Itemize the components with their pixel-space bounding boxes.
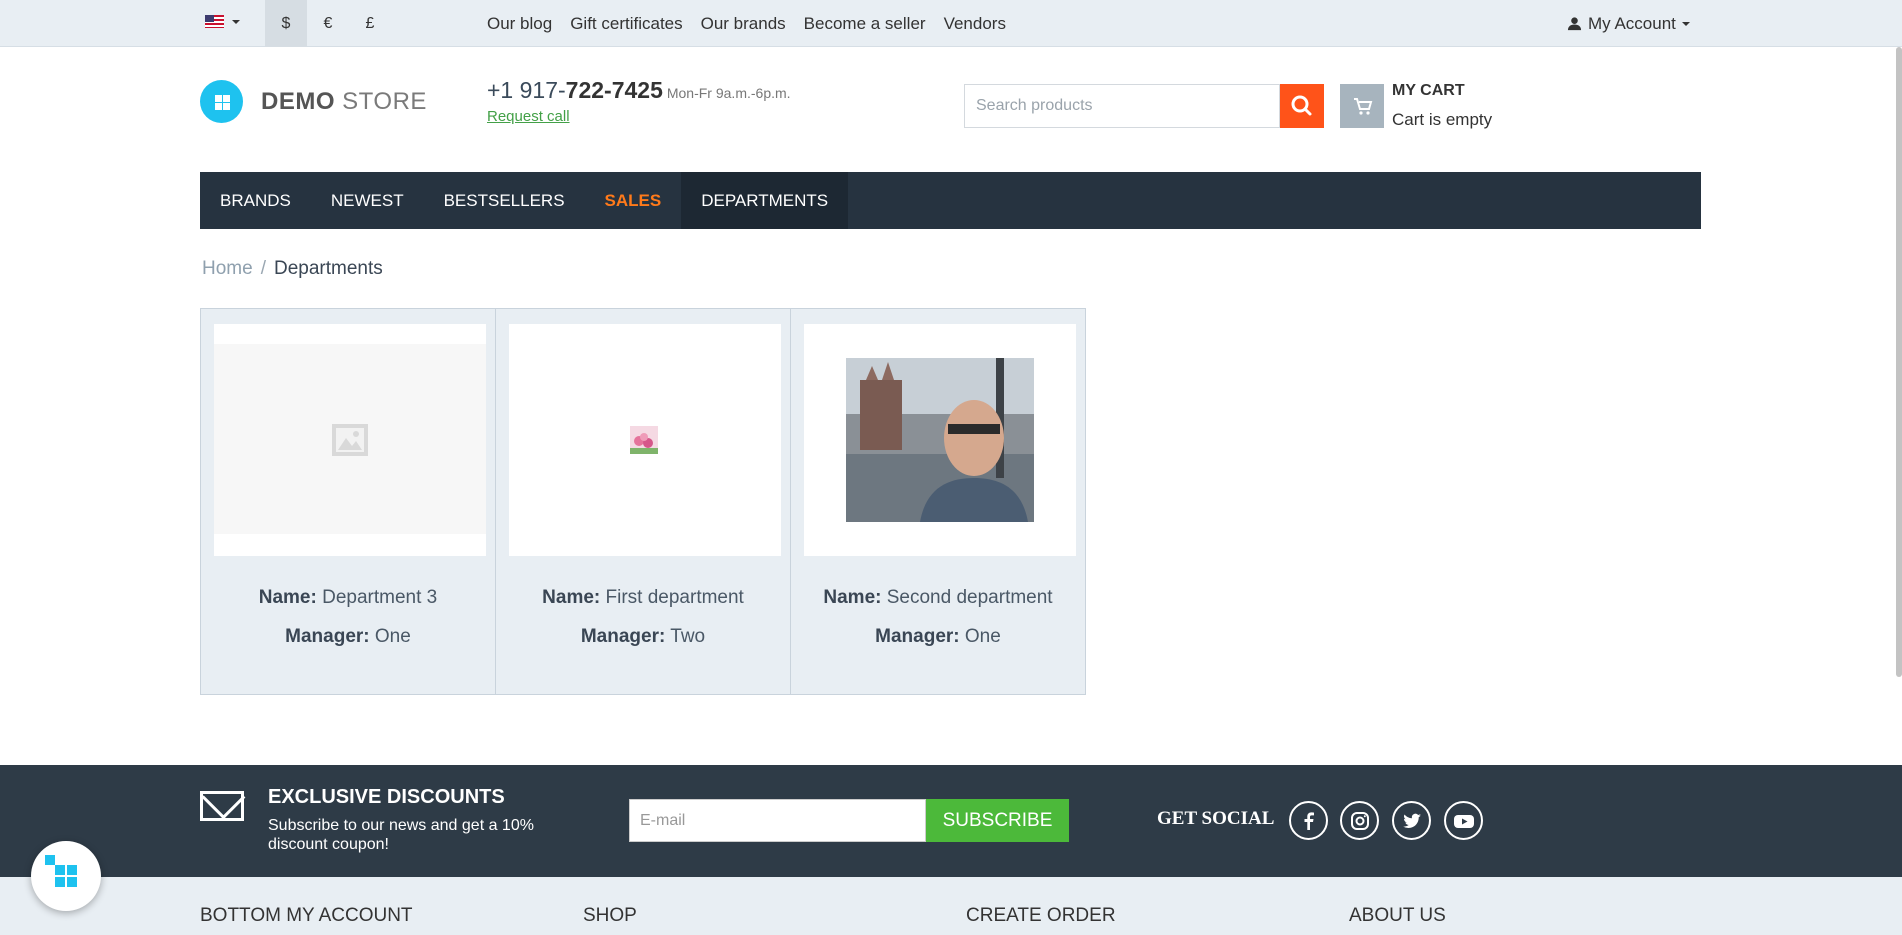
manager-photo [846,358,1034,522]
newsletter-text: Subscribe to our news and get a 10% disc… [268,817,534,853]
user-icon [1567,17,1582,31]
footer-col-shop: SHOP [583,905,637,926]
nav-bestsellers[interactable]: BESTSELLERS [424,172,585,229]
department-image[interactable] [214,324,486,556]
envelope-icon [200,791,244,821]
department-card[interactable]: Name: Department 3 Manager: One [200,308,496,695]
image-placeholder-icon [332,424,368,456]
cart-button[interactable] [1340,84,1384,128]
us-flag-icon[interactable] [205,15,224,28]
flowers-thumbnail [630,426,658,454]
cart-icon [1354,98,1373,115]
main-nav: BRANDS NEWEST BESTSELLERS SALES DEPARTME… [200,172,1701,229]
twitter-icon[interactable] [1392,801,1431,840]
top-bar: $ € £ Our blog Gift certificates Our bra… [0,0,1902,47]
logo-icon[interactable] [200,80,243,123]
facebook-icon[interactable] [1289,801,1328,840]
instagram-icon[interactable] [1340,801,1379,840]
nav-sales[interactable]: SALES [585,172,682,229]
department-card[interactable]: Name: Second department Manager: One [790,308,1086,695]
get-social-label: GET SOCIAL [1157,808,1275,829]
link-vendors[interactable]: Vendors [944,14,1006,34]
department-card[interactable]: Name: First department Manager: Two [495,308,791,695]
my-account-label: My Account [1588,13,1676,33]
logo-text[interactable]: DEMO STORE [261,88,427,116]
department-image[interactable] [509,324,781,556]
chevron-down-icon [1681,21,1690,26]
chevron-down-icon[interactable] [232,20,240,24]
request-call-link[interactable]: Request call [487,108,570,125]
nav-departments[interactable]: DEPARTMENTS [681,172,849,229]
phone-number: +1 917-722-7425 Mon-Fr 9a.m.-6p.m. [487,77,791,103]
currency-gbp[interactable]: £ [349,0,391,47]
department-image[interactable] [804,324,1076,556]
link-our-blog[interactable]: Our blog [487,14,552,34]
search-input[interactable]: Search products [964,84,1280,128]
top-links: Our blog Gift certificates Our brands Be… [487,0,1024,47]
search-icon [1291,95,1312,116]
footer-col-about-us: ABOUT US [1349,905,1446,926]
business-hours: Mon-Fr 9a.m.-6p.m. [666,85,791,101]
cart-status: Cart is empty [1392,110,1493,129]
breadcrumb: Home / Departments [202,258,383,279]
department-manager: Manager: One [285,626,411,647]
department-manager: Manager: One [875,626,1001,647]
breadcrumb-home[interactable]: Home [202,258,253,279]
link-become-seller[interactable]: Become a seller [804,14,926,34]
cart-title[interactable]: MY CART [1392,82,1465,100]
currency-eur[interactable]: € [307,0,349,47]
department-list: Name: Department 3 Manager: One Name: Fi… [200,308,1086,695]
nav-newest[interactable]: NEWEST [311,172,424,229]
breadcrumb-current: Departments [273,258,383,279]
nav-brands[interactable]: BRANDS [200,172,311,229]
footer-col-my-account: BOTTOM MY ACCOUNT [200,905,413,926]
link-our-brands[interactable]: Our brands [701,14,786,34]
chat-widget-button[interactable] [31,841,101,911]
subscribe-button[interactable]: SUBSCRIBE [926,799,1069,842]
footer-col-create-order: CREATE ORDER [966,905,1116,926]
department-name: Name: Department 3 [258,587,438,608]
department-name: Name: Second department [823,587,1053,608]
youtube-icon[interactable] [1444,801,1483,840]
newsletter-title: EXCLUSIVE DISCOUNTS [268,786,505,808]
my-account-menu[interactable]: My Account [1567,0,1690,47]
currency-usd[interactable]: $ [265,0,307,47]
search-button[interactable] [1280,84,1324,128]
link-gift-certificates[interactable]: Gift certificates [570,14,682,34]
scrollbar[interactable] [1896,47,1902,677]
department-name: Name: First department [542,587,744,608]
email-field[interactable]: E-mail [629,799,926,842]
department-manager: Manager: Two [580,626,706,647]
